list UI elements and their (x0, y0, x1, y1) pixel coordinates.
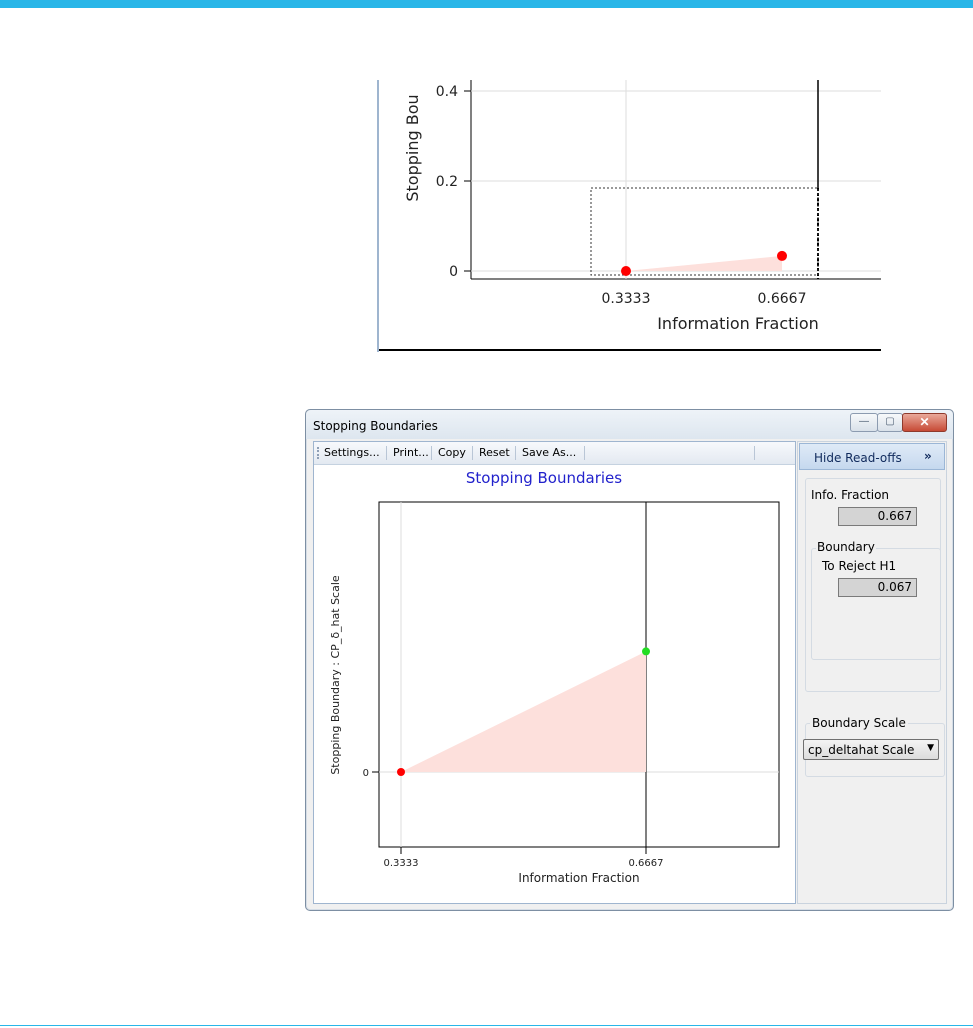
x-axis-label: Information Fraction (518, 871, 639, 885)
y-axis-label: Stopping Boundary : CP_δ_hat Scale (329, 575, 342, 775)
zoom-y-tick-2: 0 (449, 264, 458, 280)
settings-button[interactable]: Settings... (324, 446, 380, 459)
minimize-button[interactable]: — (850, 413, 878, 432)
reset-button[interactable]: Reset (479, 446, 510, 459)
double-chevron-right-icon: » (924, 449, 932, 463)
zoom-y-tick-1: 0.2 (436, 174, 458, 190)
boundary-scale-value: cp_deltahat Scale (808, 743, 915, 757)
chart-point-1 (397, 768, 405, 776)
readoff-panel: Hide Read-offs » Info. Fraction 0.667 Bo… (797, 441, 947, 904)
chart-title: Stopping Boundaries (466, 469, 622, 487)
x-tick-0: 0.3333 (384, 858, 419, 869)
to-reject-h1-value: 0.067 (838, 578, 917, 597)
copy-button[interactable]: Copy (438, 446, 466, 459)
dropdown-arrow-icon[interactable]: ▼ (927, 743, 934, 753)
zoom-x-tick-1: 0.6667 (758, 291, 807, 307)
stopping-boundaries-window: Stopping Boundaries — ▢ ✕ Settings... Pr… (305, 409, 954, 911)
boundary-scale-label: Boundary Scale (810, 716, 908, 730)
chart-panel: Settings... Print... Copy Reset Save As.… (313, 441, 796, 904)
window-client-area: Settings... Print... Copy Reset Save As.… (313, 441, 947, 904)
zoomed-chart: 0.4 0.2 0 0.3333 0.6667 Information Frac… (376, 80, 881, 352)
zoom-fill-region (626, 255, 782, 271)
x-tick-1: 0.6667 (629, 858, 664, 869)
maximize-button[interactable]: ▢ (877, 413, 903, 432)
info-fraction-label: Info. Fraction (811, 488, 890, 502)
zoom-y-tick-0: 0.4 (436, 84, 458, 100)
info-fraction-value: 0.667 (838, 507, 917, 526)
zoomed-chart-svg: 0.4 0.2 0 0.3333 0.6667 Information Frac… (377, 80, 881, 352)
zoom-x-tick-0: 0.3333 (602, 291, 651, 307)
zoom-x-axis-label: Information Fraction (657, 314, 819, 333)
zoom-point-1 (621, 266, 631, 276)
boundary-scale-select[interactable]: cp_deltahat Scale ▼ (803, 739, 939, 760)
print-button[interactable]: Print... (393, 446, 429, 459)
chart-point-2 (642, 647, 650, 656)
y-tick-0: 0 (363, 768, 369, 779)
chart-toolbar: Settings... Print... Copy Reset Save As.… (314, 442, 795, 465)
hide-readoffs-button[interactable]: Hide Read-offs » (799, 443, 945, 470)
close-button[interactable]: ✕ (902, 413, 947, 432)
main-chart-svg: Stopping Boundaries 0 0.3333 0.6667 Info… (329, 469, 780, 885)
toolbar-grip-icon[interactable] (317, 447, 321, 459)
toolbar-separator (584, 446, 585, 460)
save-as-button[interactable]: Save As... (522, 446, 576, 459)
toolbar-separator (754, 446, 755, 460)
zoom-point-2 (777, 250, 787, 261)
zoom-selection-rect (590, 187, 819, 276)
plot-frame (378, 501, 780, 848)
to-reject-h1-label: To Reject H1 (822, 559, 897, 573)
hide-readoffs-label: Hide Read-offs (814, 451, 902, 465)
toolbar-separator (431, 446, 432, 460)
main-chart-area: Stopping Boundaries 0 0.3333 0.6667 Info… (314, 465, 795, 903)
toolbar-separator (472, 446, 473, 460)
top-accent-bar (0, 0, 973, 8)
window-title: Stopping Boundaries (313, 419, 438, 433)
toolbar-separator (515, 446, 516, 460)
boundary-group-label: Boundary (816, 540, 876, 554)
zoom-y-axis-label: Stopping Bou (403, 94, 422, 201)
bottom-accent-line (0, 1025, 973, 1026)
toolbar-separator (386, 446, 387, 460)
window-titlebar[interactable]: Stopping Boundaries — ▢ ✕ (306, 410, 953, 439)
